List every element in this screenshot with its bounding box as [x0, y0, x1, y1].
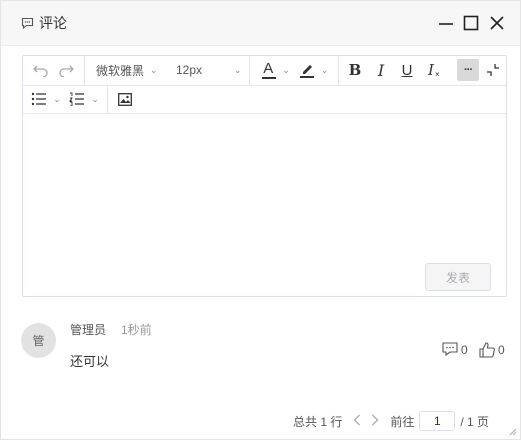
font-color-letter: A	[263, 60, 274, 77]
like-count: 0	[498, 343, 505, 357]
toolbar-divider	[338, 56, 339, 85]
dialog-title: 评论	[21, 13, 67, 33]
pagination-total: 总共 1 行	[293, 414, 343, 429]
comment-text: 还可以	[70, 354, 110, 369]
goto-label: 前往	[390, 414, 415, 429]
close-button[interactable]	[488, 14, 506, 32]
prev-page-button[interactable]	[348, 414, 366, 429]
toolbar-divider	[107, 85, 108, 113]
chevron-down-icon: ⌄	[53, 93, 61, 104]
comment-icon	[442, 342, 458, 357]
page-number-input[interactable]: 1	[419, 411, 456, 431]
maximize-icon	[463, 15, 479, 31]
chevron-down-icon: ⌄	[150, 64, 158, 75]
chevron-down-icon: ⌄	[91, 93, 99, 104]
reply-button[interactable]: 0	[442, 342, 468, 357]
underline-icon: U	[401, 61, 413, 79]
clear-format-button[interactable]: I ×	[423, 59, 445, 81]
highlight-color-button[interactable]: ⌄	[297, 59, 331, 81]
publish-button[interactable]: 发表	[425, 263, 491, 291]
pagination: 总共 1 行 前往 1 / 1 页	[293, 410, 489, 432]
font-color-icon: A	[262, 60, 277, 79]
rich-text-editor: 微软雅黑 ⌄ 12px ⌄ A ⌄ ⌄ B I U I × ··· ⌄ ⌄ 发表	[22, 55, 507, 297]
editor-toolbar-row-1: 微软雅黑 ⌄ 12px ⌄ A ⌄ ⌄ B I U I × ···	[23, 56, 506, 86]
redo-button[interactable]	[56, 59, 76, 81]
chevron-down-icon: ⌄	[234, 64, 242, 75]
chevron-right-icon	[372, 414, 379, 425]
more-tools-button[interactable]: ···	[457, 59, 479, 81]
avatar: 管	[21, 323, 56, 358]
font-color-button[interactable]: A ⌄	[259, 59, 293, 81]
total-pages: / 1 页	[460, 414, 490, 429]
fullscreen-button[interactable]	[484, 59, 502, 81]
next-page-button[interactable]	[366, 414, 384, 429]
font-size-value: 12px	[176, 63, 203, 77]
numbered-list-icon	[69, 92, 85, 106]
undo-button[interactable]	[31, 59, 51, 81]
bullet-list-icon	[32, 92, 47, 106]
thumbs-up-icon	[479, 342, 495, 358]
editor-toolbar-row-2: ⌄ ⌄	[23, 85, 506, 114]
dialog-titlebar: 评论	[1, 1, 520, 46]
redo-icon	[59, 65, 74, 77]
font-family-value: 微软雅黑	[96, 63, 145, 78]
highlighter-icon	[299, 65, 314, 78]
editor-content-area[interactable]	[23, 114, 506, 254]
italic-button[interactable]: I	[370, 59, 392, 81]
maximize-button[interactable]	[462, 14, 480, 32]
insert-image-button[interactable]	[115, 88, 135, 110]
numbered-list-button[interactable]: ⌄	[67, 88, 101, 110]
close-icon	[490, 16, 504, 30]
comment-dialog: 评论 微软雅黑 ⌄ 12px ⌄ A ⌄ ⌄ B I U I × ··· ⌄ ⌄…	[0, 0, 521, 440]
chevron-left-icon	[353, 414, 361, 425]
comment-author: 管理员	[70, 323, 107, 337]
bold-button[interactable]: B	[344, 59, 366, 81]
collapse-icon	[487, 64, 499, 76]
more-icon: ···	[464, 64, 473, 76]
chevron-down-icon: ⌄	[320, 64, 329, 75]
toolbar-divider	[249, 56, 250, 85]
toolbar-divider	[84, 56, 85, 85]
minimize-icon	[439, 23, 453, 25]
clear-format-letter: I	[428, 61, 434, 79]
comment-icon	[21, 17, 34, 29]
italic-icon: I	[377, 60, 385, 80]
clear-format-icon: I ×	[428, 61, 440, 79]
bullet-list-button[interactable]: ⌄	[29, 88, 63, 110]
reply-count: 0	[461, 342, 468, 357]
underline-button[interactable]: U	[396, 59, 418, 81]
minimize-button[interactable]	[437, 14, 455, 32]
comment-item: 管 管理员 1秒前 还可以 0 0	[21, 321, 511, 381]
bold-icon: B	[348, 61, 362, 79]
like-button[interactable]: 0	[479, 342, 505, 358]
comment-time: 1秒前	[121, 323, 152, 337]
chevron-down-icon: ⌄	[282, 64, 290, 75]
dialog-title-text: 评论	[39, 15, 67, 31]
image-icon	[118, 92, 132, 106]
resize-grip-icon[interactable]	[509, 428, 517, 436]
font-family-select[interactable]: 微软雅黑 ⌄	[96, 59, 158, 81]
undo-icon	[33, 65, 48, 77]
font-size-select[interactable]: 12px ⌄	[176, 59, 242, 81]
